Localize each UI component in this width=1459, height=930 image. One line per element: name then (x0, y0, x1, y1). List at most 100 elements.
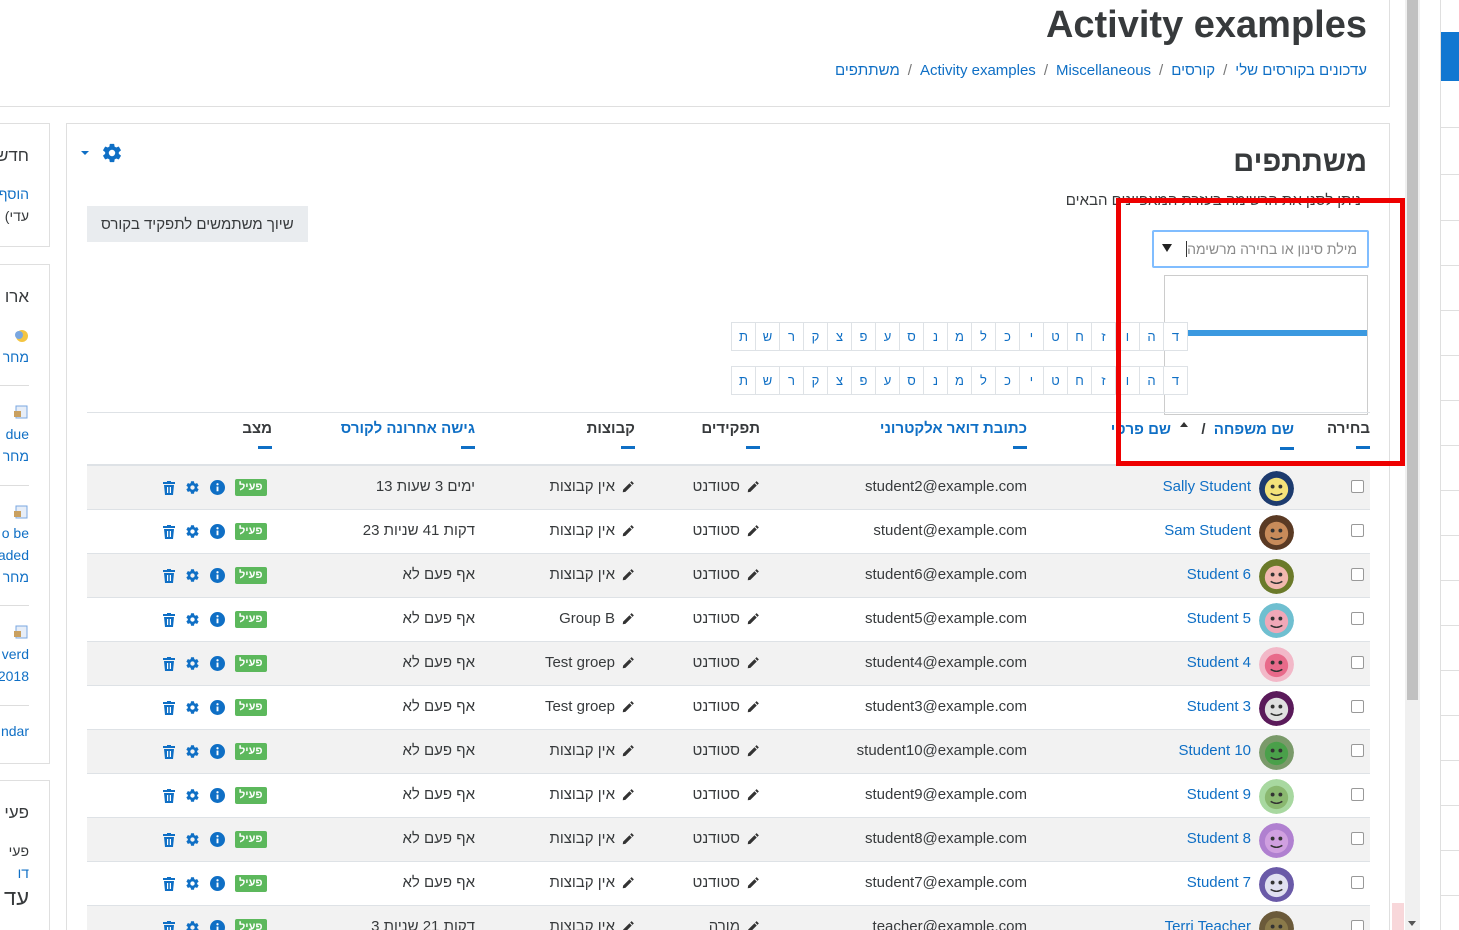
trash-icon[interactable] (163, 788, 175, 803)
info-icon[interactable] (210, 920, 225, 930)
user-name-link[interactable]: Student 3 (1187, 698, 1251, 715)
initial-letter[interactable]: ל (971, 322, 996, 351)
initial-letter[interactable]: ק (803, 366, 828, 395)
initial-letter[interactable]: ל (971, 366, 996, 395)
recent-activity-link[interactable]: דו (18, 865, 29, 881)
collapse-icon[interactable] (1013, 446, 1027, 449)
page-actions-menu[interactable] (81, 142, 123, 164)
col-email[interactable]: כתובת דואר אלקטרוני (880, 420, 1027, 449)
user-name-link[interactable]: Student 4 (1187, 654, 1251, 671)
trash-icon[interactable] (163, 700, 175, 715)
select-checkbox[interactable] (1351, 480, 1364, 493)
avatar[interactable] (1259, 691, 1294, 726)
event-link[interactable]: מחר (3, 448, 29, 464)
user-name-link[interactable]: Terri Teacher (1165, 918, 1251, 930)
col-email-label[interactable]: כתובת דואר אלקטרוני (880, 420, 1027, 437)
initial-letter[interactable]: כ (995, 322, 1020, 351)
user-name-link[interactable]: Student 6 (1187, 566, 1251, 583)
initial-letter[interactable]: פ (851, 366, 876, 395)
avatar[interactable] (1259, 735, 1294, 770)
breadcrumb-category[interactable]: Miscellaneous (1056, 62, 1151, 79)
collapse-icon[interactable] (461, 446, 475, 449)
event-link[interactable]: 2018 (0, 668, 29, 684)
event-link[interactable]: aded (0, 547, 29, 563)
cog-icon[interactable] (185, 656, 200, 671)
event-link[interactable]: verd (2, 646, 29, 662)
select-checkbox[interactable] (1351, 700, 1364, 713)
info-icon[interactable] (210, 832, 225, 847)
initial-letter[interactable]: צ (827, 322, 852, 351)
event-link[interactable]: מחר (3, 349, 29, 365)
initial-letter[interactable]: ט (1043, 322, 1068, 351)
cog-icon[interactable] (185, 788, 200, 803)
initial-letter[interactable]: כ (995, 366, 1020, 395)
enrol-users-button[interactable]: שיוך משתמשים לתפקיד בקורס (87, 206, 308, 242)
trash-icon[interactable] (163, 656, 175, 671)
select-checkbox[interactable] (1351, 876, 1364, 889)
pencil-icon[interactable] (746, 524, 760, 538)
trash-icon[interactable] (163, 612, 175, 627)
user-name-link[interactable]: Student 10 (1178, 742, 1251, 759)
cog-icon[interactable] (185, 876, 200, 891)
trash-icon[interactable] (163, 920, 175, 930)
initial-letter[interactable]: פ (851, 322, 876, 351)
info-icon[interactable] (210, 524, 225, 539)
pencil-icon[interactable] (746, 920, 760, 930)
cog-icon[interactable] (185, 524, 200, 539)
breadcrumb-my-courses[interactable]: עדכונים בקורסים שלי (1235, 62, 1367, 79)
user-name-link[interactable]: Sally Student (1163, 478, 1251, 495)
initial-letter[interactable]: ז (1091, 322, 1116, 351)
news-add-link[interactable]: הוסף (0, 186, 29, 202)
initial-letter[interactable]: ז (1091, 366, 1116, 395)
avatar[interactable] (1259, 559, 1294, 594)
initial-letter[interactable]: ע (875, 366, 900, 395)
trash-icon[interactable] (163, 568, 175, 583)
initial-letter[interactable]: י (1019, 322, 1044, 351)
user-name-link[interactable]: Student 5 (1187, 610, 1251, 627)
initial-letter[interactable]: ק (803, 322, 828, 351)
select-checkbox[interactable] (1351, 568, 1364, 581)
user-name-link[interactable]: Student 8 (1187, 830, 1251, 847)
collapse-icon[interactable] (746, 446, 760, 449)
initial-letter[interactable]: ש (755, 322, 780, 351)
cog-icon[interactable] (185, 480, 200, 495)
scrollbar-thumb[interactable] (1407, 0, 1418, 700)
cog-icon[interactable] (185, 700, 200, 715)
select-checkbox[interactable] (1351, 524, 1364, 537)
drawer-active-tab[interactable] (1441, 32, 1459, 81)
info-icon[interactable] (210, 480, 225, 495)
initial-letter[interactable]: ר (779, 366, 804, 395)
event-link[interactable]: due (6, 426, 29, 442)
select-checkbox[interactable] (1351, 920, 1364, 930)
breadcrumb-course[interactable]: Activity examples (920, 62, 1036, 79)
info-icon[interactable] (210, 656, 225, 671)
avatar[interactable] (1259, 823, 1294, 858)
info-icon[interactable] (210, 744, 225, 759)
pencil-icon[interactable] (746, 656, 760, 670)
info-icon[interactable] (210, 876, 225, 891)
avatar[interactable] (1259, 471, 1294, 506)
trash-icon[interactable] (163, 832, 175, 847)
initial-letter[interactable]: צ (827, 366, 852, 395)
avatar[interactable] (1259, 603, 1294, 638)
cog-icon[interactable] (185, 612, 200, 627)
trash-icon[interactable] (163, 876, 175, 891)
user-name-link[interactable]: Sam Student (1164, 522, 1251, 539)
initial-letter[interactable]: מ (947, 366, 972, 395)
initial-letter[interactable]: ת (731, 322, 756, 351)
pencil-icon[interactable] (621, 612, 635, 626)
avatar[interactable] (1259, 515, 1294, 550)
select-checkbox[interactable] (1351, 788, 1364, 801)
pencil-icon[interactable] (621, 656, 635, 670)
pencil-icon[interactable] (621, 480, 635, 494)
pencil-icon[interactable] (746, 480, 760, 494)
initial-letter[interactable]: ס (899, 322, 924, 351)
event-link[interactable]: o be (2, 525, 29, 541)
initial-letter[interactable]: ס (899, 366, 924, 395)
trash-icon[interactable] (163, 744, 175, 759)
scroll-down-icon[interactable] (1408, 921, 1416, 926)
pencil-icon[interactable] (621, 876, 635, 890)
initial-letter[interactable]: ח (1067, 366, 1092, 395)
avatar[interactable] (1259, 867, 1294, 902)
avatar[interactable] (1259, 911, 1294, 930)
